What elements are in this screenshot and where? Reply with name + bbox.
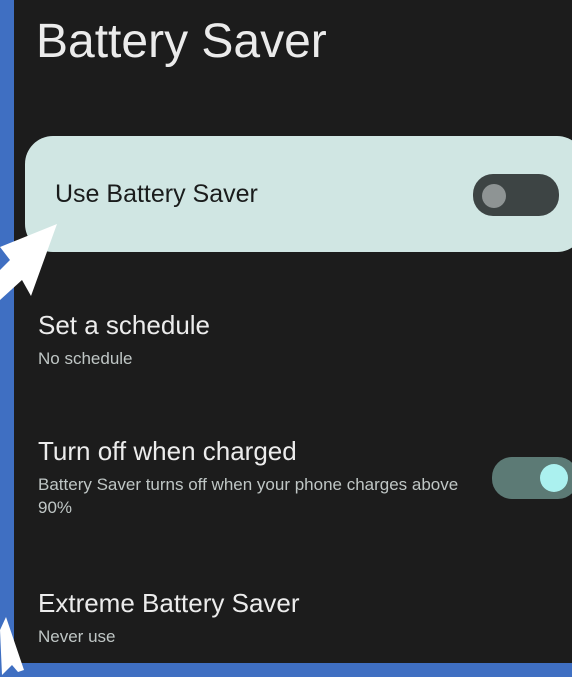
annotation-arrow-icon	[0, 224, 57, 675]
